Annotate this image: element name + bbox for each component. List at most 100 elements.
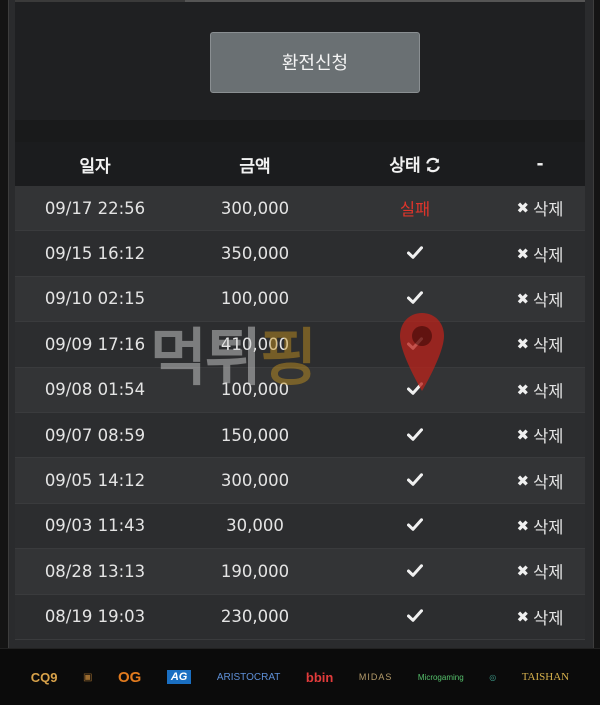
check-icon [407,516,423,535]
apply-section: 환전신청 [15,2,585,120]
cell-date: 09/05 14:12 [44,471,146,491]
delete-label: 삭제 [533,200,564,220]
delete-label: 삭제 [533,245,564,265]
provider-logo-4: ARISTOCRAT [216,671,281,683]
check-icon [407,426,423,445]
cell-date: 09/17 22:56 [44,198,146,218]
provider-logo-9: TAISHAN [521,671,570,683]
table-header: 일자 금액 상태 - [15,142,585,186]
table-body: 09/17 22:56 300,000 실패 ✖ 삭제 09/15 16:12 350,00… [15,186,585,640]
table-row: 09/09 17:16 410,000 ✖ 삭제 [15,322,585,368]
close-icon: ✖ [516,289,530,308]
provider-logo-6: MIDAS [358,672,393,682]
cell-action: ✖ 삭제 [495,287,585,311]
provider-logo-1: ▣ [83,671,93,683]
section-divider [15,120,585,142]
cell-amount: 300,000 [220,198,290,218]
delete-label: 삭제 [533,336,564,356]
header-amount: 금액 [239,156,271,177]
close-icon: ✖ [516,244,530,263]
check-icon [407,380,423,399]
cell-amount: 410,000 [220,334,290,354]
cell-action: ✖ 삭제 [495,559,585,583]
cell-amount: 150,000 [220,425,290,445]
cell-date: 08/28 13:13 [44,561,146,581]
refresh-icon[interactable] [425,157,441,178]
cell-action: ✖ 삭제 [495,242,585,266]
delete-label: 삭제 [533,290,564,310]
cell-status [335,471,495,490]
close-icon: ✖ [516,380,530,399]
provider-logo-0: CQ9 [30,669,58,685]
delete-label: 삭제 [533,563,564,583]
provider-logo-8: ◎ [489,672,497,682]
cell-status [335,562,495,581]
delete-button[interactable]: ✖ 삭제 [517,242,564,266]
cell-date: 09/07 08:59 [44,425,146,445]
delete-button[interactable]: ✖ 삭제 [517,605,564,629]
cell-status [335,607,495,626]
cell-action: ✖ 삭제 [495,514,585,538]
provider-logo-2: OG [117,668,142,686]
table-row: 09/07 08:59 150,000 ✖ 삭제 [15,412,585,459]
cell-action: ✖ 삭제 [495,423,585,447]
header-date: 일자 [79,156,111,177]
table-row: 09/15 16:12 350,000 ✖ 삭제 [15,231,585,277]
cell-status [335,426,495,445]
cell-date: 09/10 02:15 [44,289,146,309]
table-row: 09/17 22:56 300,000 실패 ✖ 삭제 [15,186,585,232]
delete-button[interactable]: ✖ 삭제 [517,423,564,447]
table-row: 08/19 19:03 230,000 ✖ 삭제 [15,594,585,640]
close-icon: ✖ [516,199,530,218]
provider-logo-7: Microgaming [417,672,464,682]
cell-amount: 350,000 [220,244,290,264]
provider-logos-footer: CQ9 ▣ OG AG ARISTOCRAT bbin MIDAS Microgaming ◎ T… [0,648,600,705]
delete-button[interactable]: ✖ 삭제 [517,332,564,356]
header-status-label: 상태 [389,155,421,176]
provider-logo-3: AG [166,670,192,684]
delete-label: 삭제 [533,608,564,628]
cell-status [335,335,495,354]
delete-label: 삭제 [533,381,564,401]
check-icon [407,335,423,354]
delete-button[interactable]: ✖ 삭제 [517,378,564,402]
check-icon [407,607,423,626]
status-fail-label: 실패 [399,200,431,220]
cell-amount: 300,000 [220,471,290,491]
cell-status [335,380,495,399]
table-row: 09/10 02:15 100,000 ✖ 삭제 [15,276,585,323]
cell-action: ✖ 삭제 [495,605,585,629]
close-icon: ✖ [516,335,530,354]
check-icon [407,471,423,490]
delete-button[interactable]: ✖ 삭제 [517,469,564,493]
delete-button[interactable]: ✖ 삭제 [517,559,564,583]
delete-label: 삭제 [533,517,564,537]
cell-date: 08/19 19:03 [44,607,146,627]
delete-button[interactable]: ✖ 삭제 [517,196,564,220]
table-row: 08/28 13:13 190,000 ✖ 삭제 [15,549,585,595]
cell-date: 09/03 11:43 [44,516,146,536]
provider-logo-5: bbin [305,669,334,685]
withdraw-apply-button[interactable]: 환전신청 [210,32,420,93]
close-icon: ✖ [516,516,530,535]
check-icon [407,289,423,308]
cell-action: ✖ 삭제 [495,378,585,402]
close-icon: ✖ [516,426,530,445]
delete-button[interactable]: ✖ 삭제 [517,287,564,311]
cell-status [335,244,495,263]
cell-amount: 100,000 [220,380,290,400]
cell-amount: 230,000 [220,607,290,627]
header-status: 상태 [335,151,495,178]
cell-status [335,289,495,308]
close-icon: ✖ [516,607,530,626]
cell-amount: 30,000 [226,516,284,536]
check-icon [407,562,423,581]
cell-action: ✖ 삭제 [495,332,585,356]
delete-button[interactable]: ✖ 삭제 [517,514,564,538]
withdraw-history-table: 일자 금액 상태 - 09/17 22:56 300,000 실패 ✖ 삭제 09/15 … [15,142,585,640]
close-icon: ✖ [516,562,530,581]
cell-action: ✖ 삭제 [495,196,585,220]
delete-label: 삭제 [533,472,564,492]
cell-status: 실패 [335,196,495,220]
cell-date: 09/08 01:54 [44,380,146,400]
